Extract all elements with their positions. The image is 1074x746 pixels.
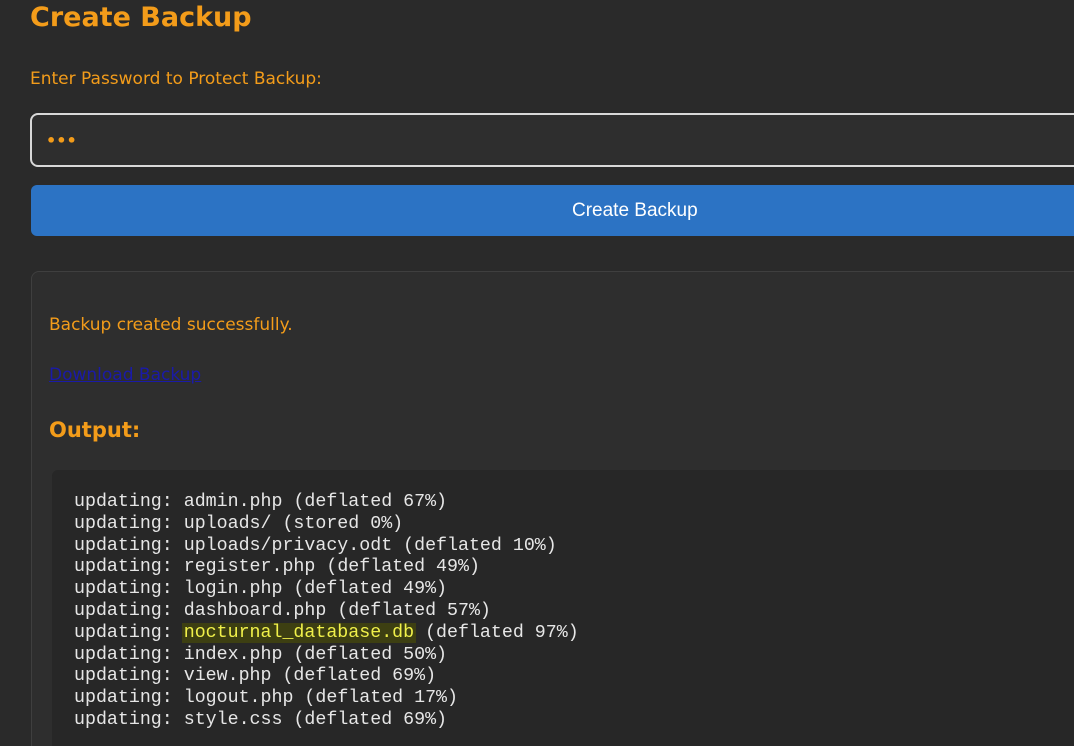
output-line: updating: index.php (deflated 50%) bbox=[74, 645, 1074, 667]
output-line-prefix: updating: bbox=[74, 535, 184, 556]
page-title: Create Backup bbox=[30, 2, 252, 33]
password-input[interactable] bbox=[30, 113, 1074, 167]
output-line: updating: register.php (deflated 49%) bbox=[74, 557, 1074, 579]
output-line-suffix: (deflated 49%) bbox=[282, 579, 448, 600]
output-line: updating: login.php (deflated 49%) bbox=[74, 579, 1074, 601]
output-line-prefix: updating: bbox=[74, 579, 184, 600]
output-line-suffix: (deflated 50%) bbox=[282, 644, 448, 665]
output-line: updating: uploads/privacy.odt (deflated … bbox=[74, 536, 1074, 558]
output-line-suffix: (deflated 69%) bbox=[282, 709, 448, 730]
output-line-prefix: updating: bbox=[74, 557, 184, 578]
create-backup-button[interactable]: Create Backup bbox=[31, 185, 1074, 236]
output-line-suffix: (deflated 57%) bbox=[326, 600, 491, 621]
output-line-file: dashboard.php bbox=[183, 600, 327, 621]
output-line-suffix: (deflated 17%) bbox=[293, 688, 458, 709]
output-line-suffix: (deflated 10%) bbox=[392, 535, 557, 556]
output-line-prefix: updating: bbox=[74, 600, 184, 621]
output-line: updating: admin.php (deflated 67%) bbox=[74, 492, 1074, 514]
output-line-suffix: (deflated 67%) bbox=[282, 492, 448, 512]
output-line: updating: dashboard.php (deflated 57%) bbox=[74, 601, 1074, 623]
highlighted-filename: nocturnal_database.db bbox=[181, 622, 417, 643]
output-line-file: uploads/ bbox=[183, 513, 272, 534]
backup-page: Create Backup Enter Password to Protect … bbox=[0, 0, 1074, 746]
output-line-prefix: updating: bbox=[74, 622, 184, 643]
output-line-prefix: updating: bbox=[74, 644, 184, 665]
output-line-file: style.css bbox=[183, 709, 283, 730]
output-line-highlighted: updating: nocturnal_database.db (deflate… bbox=[74, 622, 1074, 645]
output-line-prefix: updating: bbox=[74, 666, 184, 687]
output-log: updating: admin.php (deflated 67%) updati… bbox=[52, 470, 1074, 746]
output-line-prefix: updating: bbox=[74, 709, 184, 730]
password-label: Enter Password to Protect Backup: bbox=[30, 69, 322, 89]
output-line: updating: view.php (deflated 69%) bbox=[74, 666, 1074, 688]
output-line-file: admin.php bbox=[183, 492, 283, 512]
output-line-file: view.php bbox=[183, 666, 272, 687]
success-message: Backup created successfully. bbox=[49, 315, 293, 335]
output-line: updating: uploads/ (stored 0%) bbox=[74, 514, 1074, 536]
output-line-prefix: updating: bbox=[74, 688, 184, 709]
output-line-suffix: (deflated 49%) bbox=[315, 557, 480, 578]
download-backup-link[interactable]: Download Backup bbox=[49, 365, 201, 385]
output-line-suffix: (deflated 69%) bbox=[271, 666, 437, 687]
output-line-file: uploads/privacy.odt bbox=[183, 535, 393, 556]
output-line-file: index.php bbox=[183, 644, 283, 665]
output-line-prefix: updating: bbox=[74, 492, 184, 512]
output-line-prefix: updating: bbox=[74, 513, 184, 534]
output-line: updating: style.css (deflated 69%) bbox=[74, 710, 1074, 732]
output-line-suffix: (deflated 97%) bbox=[414, 622, 579, 643]
output-line-file: login.php bbox=[183, 579, 283, 600]
output-line-suffix: (stored 0%) bbox=[271, 513, 404, 534]
output-line-file: logout.php bbox=[183, 688, 294, 709]
output-line-file: register.php bbox=[183, 557, 316, 578]
output-heading: Output: bbox=[49, 418, 141, 442]
output-line: updating: logout.php (deflated 17%) bbox=[74, 688, 1074, 710]
